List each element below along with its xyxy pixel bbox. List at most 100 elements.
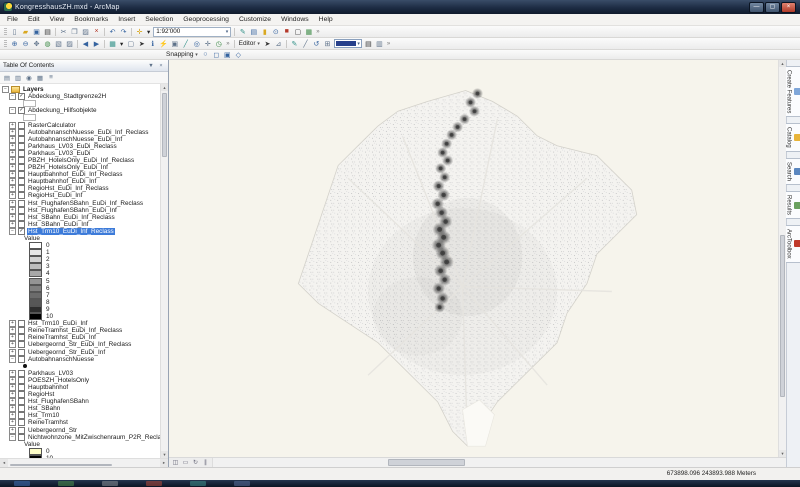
snapping-menu[interactable]: Snapping ▾ bbox=[164, 51, 200, 58]
sketch-tool-button[interactable]: ✎ bbox=[289, 39, 300, 49]
expander-icon[interactable]: + bbox=[9, 221, 16, 228]
toc-layer-row[interactable]: +Hst_FlughafenSBahn_EuDi_Inf_Reclass bbox=[2, 200, 160, 207]
layer-name[interactable]: Hst_Trm10_EuDi_Inf bbox=[27, 320, 88, 327]
toc-layer-row[interactable]: +RasterCalculator bbox=[2, 121, 160, 128]
layer-visibility-checkbox[interactable]: ✓ bbox=[18, 107, 25, 114]
layer-visibility-checkbox[interactable] bbox=[18, 327, 25, 334]
expander-icon[interactable]: + bbox=[9, 419, 16, 426]
layer-visibility-checkbox[interactable] bbox=[18, 207, 25, 214]
toc-layer-row[interactable]: +RegioHst_EuDi_Inf_Reclass bbox=[2, 185, 160, 192]
layer-name[interactable]: Uebergeornd_Str_EuDi_Inf bbox=[27, 349, 106, 356]
layer-name[interactable]: Parkhaus_LV03_EuDi_Reclass bbox=[27, 143, 118, 150]
python-button[interactable]: ▢ bbox=[292, 27, 303, 37]
layer-name[interactable]: Hst_FlughafenSBahn_EuDi_Inf bbox=[27, 207, 118, 214]
find-button[interactable]: ◎ bbox=[191, 39, 202, 49]
menu-item-edit[interactable]: Edit bbox=[23, 14, 45, 25]
measure-button[interactable]: ╱ bbox=[180, 39, 191, 49]
expander-icon[interactable]: + bbox=[9, 178, 16, 185]
value-color-swatch[interactable] bbox=[29, 256, 42, 263]
paste-button[interactable]: ▨ bbox=[80, 27, 91, 37]
snap-end-toggle[interactable]: ◻ bbox=[211, 50, 222, 60]
layer-name[interactable]: Uebergeornd_Str_EuDi_Inf_Reclass bbox=[27, 341, 132, 348]
layout-view-button[interactable]: ▭ bbox=[181, 459, 190, 467]
editor-toolbar-button[interactable]: ✎ bbox=[237, 27, 248, 37]
expander-icon[interactable]: − bbox=[2, 86, 9, 93]
toc-layer-row[interactable]: + Uebergeornd_Str_EuDi_Inf bbox=[2, 348, 160, 355]
toolbar-overflow[interactable]: » bbox=[224, 41, 231, 47]
layer-visibility-checkbox[interactable] bbox=[18, 157, 25, 164]
expander-icon[interactable]: + bbox=[9, 349, 16, 356]
new-document-button[interactable]: ▯ bbox=[9, 27, 20, 37]
edit-annotation-button[interactable]: ⊿ bbox=[273, 39, 284, 49]
toc-layer-row[interactable]: +Hst_Trm10 bbox=[2, 412, 160, 419]
layer-visibility-checkbox[interactable] bbox=[18, 150, 25, 157]
toc-symbol-row[interactable] bbox=[2, 363, 160, 370]
layer-visibility-checkbox[interactable] bbox=[18, 171, 25, 178]
toc-layer-row[interactable]: −✓Hst_Trm10_EuDi_Inf_Reclass bbox=[2, 228, 160, 235]
dock-tab-arctoolbox[interactable]: ArcToolbox bbox=[786, 225, 800, 263]
expander-icon[interactable]: + bbox=[9, 391, 16, 398]
layer-visibility-checkbox[interactable] bbox=[18, 214, 25, 221]
layer-visibility-checkbox[interactable] bbox=[18, 192, 25, 199]
snap-edge-toggle[interactable]: ◇ bbox=[233, 50, 244, 60]
toc-value-row[interactable]: 5 bbox=[2, 278, 160, 285]
split-tool-button[interactable]: ╱ bbox=[300, 39, 311, 49]
expander-icon[interactable]: + bbox=[9, 136, 16, 143]
layer-name[interactable]: PBZH_HotelsOnly_EuDi_Inf_Reclass bbox=[27, 157, 135, 164]
toc-layer-row[interactable]: + Hauptbahnhof_EuDi_Inf bbox=[2, 178, 160, 185]
map-horizontal-scrollbar[interactable] bbox=[213, 458, 786, 467]
expander-icon[interactable]: + bbox=[9, 143, 16, 150]
layer-visibility-checkbox[interactable] bbox=[18, 341, 25, 348]
html-popup-button[interactable]: ▣ bbox=[169, 39, 180, 49]
expander-icon[interactable]: + bbox=[9, 150, 16, 157]
layer-name[interactable]: Hauptbahnhof_EuDi_Inf bbox=[27, 178, 97, 185]
layer-visibility-checkbox[interactable] bbox=[18, 320, 25, 327]
select-features-caret[interactable]: ▾ bbox=[118, 40, 125, 48]
time-slider-button[interactable]: ◷ bbox=[213, 39, 224, 49]
layer-name[interactable]: Abdeckung_Stadtgrenze2H bbox=[27, 93, 107, 100]
layer-name[interactable]: RegioHst_EuDi_Inf bbox=[27, 192, 83, 199]
layer-visibility-checkbox[interactable] bbox=[18, 427, 25, 434]
list-by-visibility-button[interactable]: ◉ bbox=[24, 73, 34, 82]
data-view-button[interactable]: ◫ bbox=[171, 459, 180, 467]
fixed-zoom-out-button[interactable]: ▨ bbox=[64, 39, 75, 49]
close-button[interactable]: × bbox=[781, 2, 796, 13]
layer-visibility-checkbox[interactable] bbox=[18, 164, 25, 171]
layer-name[interactable]: ReineTramhst_EuDi_Inf_Reclass bbox=[27, 327, 123, 334]
layer-name[interactable]: AutobahnanschNuesse bbox=[27, 356, 95, 363]
expander-icon[interactable]: + bbox=[9, 185, 16, 192]
list-by-source-button[interactable]: ▥ bbox=[13, 73, 23, 82]
delete-button[interactable]: × bbox=[91, 27, 102, 37]
toc-layer-row[interactable]: +AutobahnanschNuesse_EuDi_Inf bbox=[2, 136, 160, 143]
layer-name[interactable]: ReineTramhst bbox=[27, 419, 69, 426]
toc-symbol-row[interactable] bbox=[2, 100, 160, 107]
expander-icon[interactable]: + bbox=[9, 341, 16, 348]
select-elements-button[interactable]: ➤ bbox=[136, 39, 147, 49]
toc-layer-row[interactable]: −Nichtwohnzone_MitZwischenraum_P2R_Recla… bbox=[2, 434, 160, 441]
save-button[interactable]: ▣ bbox=[31, 27, 42, 37]
toc-layer-row[interactable]: −AutobahnanschNuesse bbox=[2, 356, 160, 363]
layer-visibility-checkbox[interactable] bbox=[18, 221, 25, 228]
dock-tab-results[interactable]: Results bbox=[786, 191, 800, 219]
toc-layer-row[interactable]: + Uebergeornd_Str_EuDi_Inf_Reclass bbox=[2, 341, 160, 348]
add-data-caret[interactable]: ▾ bbox=[145, 28, 152, 36]
layer-name[interactable]: AutobahnanschNuesse_EuDi_Inf_Reclass bbox=[27, 129, 149, 136]
layer-name[interactable]: Abdeckung_Hilfsobjekte bbox=[27, 107, 98, 114]
redo-button[interactable]: ↷ bbox=[118, 27, 129, 37]
outline-symbol[interactable] bbox=[23, 100, 36, 107]
layer-visibility-checkbox[interactable] bbox=[18, 370, 25, 377]
copy-button[interactable]: ❐ bbox=[69, 27, 80, 37]
layer-visibility-checkbox[interactable]: ✓ bbox=[18, 228, 25, 235]
layer-visibility-checkbox[interactable] bbox=[18, 122, 25, 129]
select-features-button[interactable]: ▦ bbox=[107, 39, 118, 49]
toc-layer-row[interactable]: +RegioHst_EuDi_Inf bbox=[2, 192, 160, 199]
expander-icon[interactable]: + bbox=[9, 327, 16, 334]
toc-layer-row[interactable]: +Hst_SBahn bbox=[2, 405, 160, 412]
expander-icon[interactable]: + bbox=[9, 129, 16, 136]
layer-visibility-checkbox[interactable] bbox=[18, 178, 25, 185]
zoom-in-button[interactable]: ⊕ bbox=[9, 39, 20, 49]
expander-icon[interactable]: + bbox=[9, 122, 16, 129]
dock-tab-search[interactable]: Search bbox=[786, 158, 800, 185]
expander-icon[interactable]: + bbox=[9, 334, 16, 341]
toc-value-row[interactable]: 3 bbox=[2, 263, 160, 270]
